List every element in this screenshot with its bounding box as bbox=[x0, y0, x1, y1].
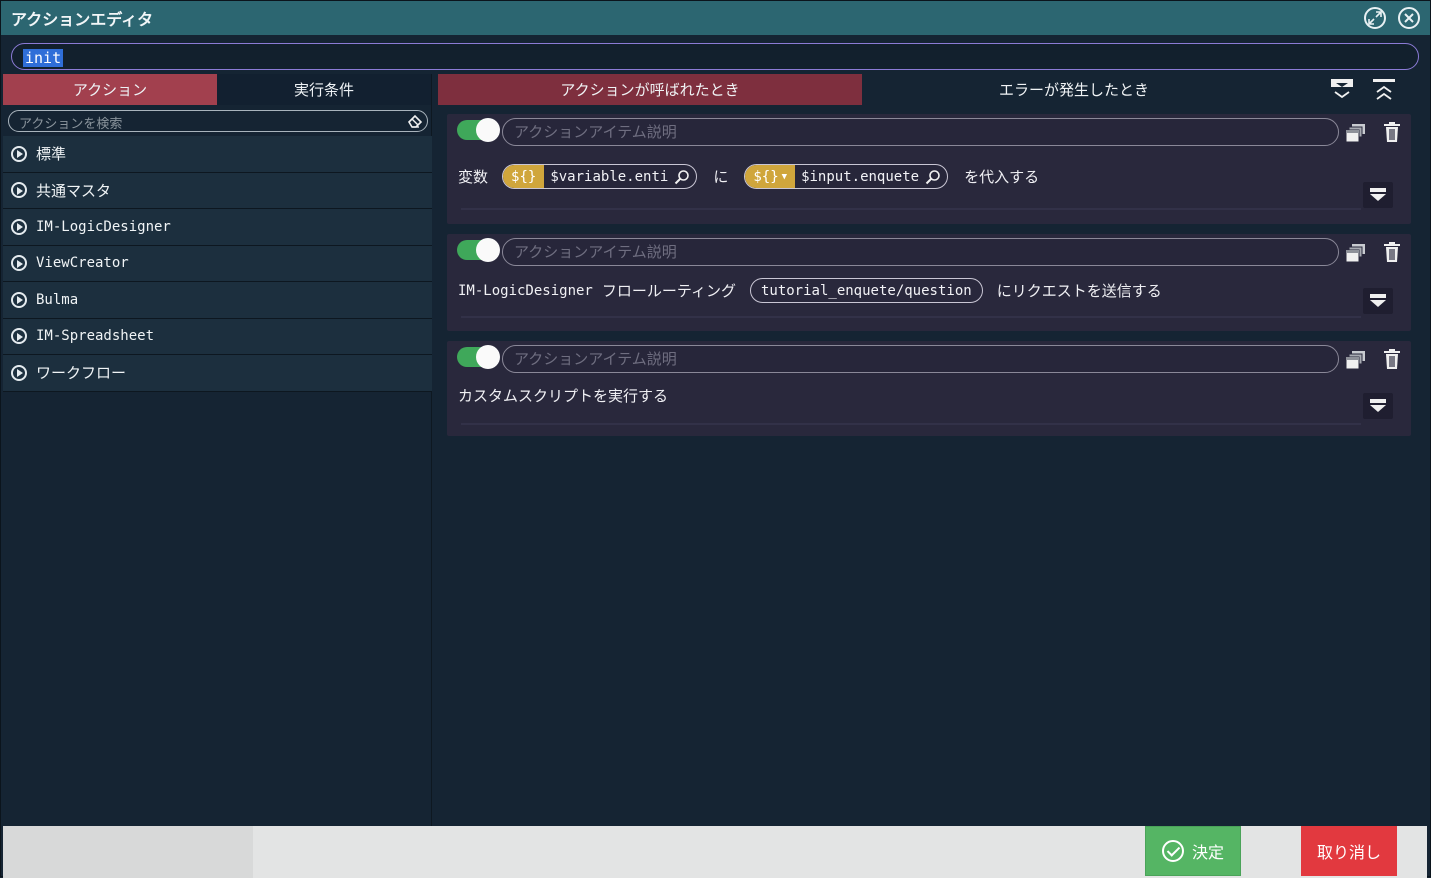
category-label: 共通マスタ bbox=[36, 181, 112, 200]
target-variable-value: $variable.enti bbox=[550, 168, 669, 185]
trash-icon[interactable] bbox=[1382, 121, 1402, 143]
item-expand-button[interactable] bbox=[1363, 393, 1393, 419]
item-expand-button[interactable] bbox=[1363, 182, 1393, 208]
expand-item-icon bbox=[1370, 188, 1386, 201]
category-bulma[interactable]: Bulma bbox=[3, 282, 432, 319]
play-circle-icon bbox=[11, 328, 27, 345]
category-label: Bulma bbox=[36, 291, 79, 308]
divider bbox=[461, 423, 1361, 425]
cancel-button[interactable]: 取り消し bbox=[1301, 826, 1397, 876]
item-expand-button[interactable] bbox=[1363, 288, 1393, 314]
tab-execution-conditions[interactable]: 実行条件 bbox=[217, 74, 431, 105]
category-label: IM-LogicDesigner bbox=[36, 218, 171, 235]
ok-label: 決定 bbox=[1191, 843, 1224, 862]
play-circle-icon bbox=[11, 218, 27, 235]
target-variable-field[interactable]: ${} $variable.enti bbox=[502, 164, 698, 189]
action-name-bar: init bbox=[1, 35, 1430, 75]
logicdesigner-label: IM-LogicDesigner bbox=[458, 282, 593, 299]
left-tabs: アクション 実行条件 bbox=[3, 74, 431, 105]
expand-all-icon[interactable] bbox=[1330, 78, 1354, 102]
play-circle-icon bbox=[11, 182, 27, 199]
custom-script-label: カスタムスクリプトを実行する bbox=[458, 387, 669, 405]
enable-toggle[interactable] bbox=[457, 345, 500, 369]
tab-actions[interactable]: アクション bbox=[3, 74, 217, 105]
close-icon[interactable] bbox=[1398, 7, 1420, 29]
connector-label: に bbox=[713, 168, 729, 186]
assign-expression: 変数 ${} $variable.enti に ${} ▼ $input.enqu… bbox=[458, 164, 1039, 189]
search-icon[interactable] bbox=[674, 169, 690, 185]
item-description-input[interactable] bbox=[502, 238, 1339, 266]
item-description-input[interactable] bbox=[502, 345, 1339, 373]
footer-shade bbox=[3, 826, 253, 878]
copy-icon[interactable] bbox=[1345, 349, 1367, 371]
dialog-footer: 決定 取り消し bbox=[3, 826, 1427, 878]
search-placeholder: アクションを検索 bbox=[19, 117, 123, 132]
copy-icon[interactable] bbox=[1345, 122, 1367, 144]
category-common-master[interactable]: 共通マスタ bbox=[3, 172, 432, 209]
expand-item-icon bbox=[1370, 399, 1386, 412]
toggle-knob bbox=[476, 238, 500, 262]
check-circle-icon bbox=[1161, 840, 1184, 862]
play-circle-icon bbox=[11, 291, 27, 308]
toggle-knob bbox=[476, 345, 500, 369]
toggle-knob bbox=[476, 118, 500, 142]
category-im-logicdesigner[interactable]: IM-LogicDesigner bbox=[3, 209, 432, 246]
divider bbox=[461, 208, 1361, 210]
enable-toggle[interactable] bbox=[457, 118, 500, 142]
category-list: 標準 共通マスタ IM-LogicDesigner ViewCreator Bu… bbox=[3, 136, 432, 392]
divider bbox=[461, 316, 1361, 318]
category-label: IM-Spreadsheet bbox=[36, 328, 155, 345]
action-name-input[interactable] bbox=[11, 43, 1419, 70]
action-editor-pane: アクションが呼ばれたとき エラーが発生したとき 変数 ${} $variable… bbox=[438, 74, 1426, 826]
template-badge-label: ${} bbox=[753, 168, 779, 185]
routing-suffix: にリクエストを送信する bbox=[996, 282, 1162, 300]
source-value-field[interactable]: ${} ▼ $input.enquete bbox=[744, 164, 949, 189]
source-value: $input.enquete bbox=[801, 168, 920, 185]
variable-label: 変数 bbox=[458, 168, 489, 186]
category-im-spreadsheet[interactable]: IM-Spreadsheet bbox=[3, 318, 432, 355]
category-label: ワークフロー bbox=[36, 364, 127, 383]
ok-button[interactable]: 決定 bbox=[1145, 826, 1241, 876]
trash-icon[interactable] bbox=[1382, 348, 1402, 370]
template-badge-dropdown[interactable]: ${} ▼ bbox=[745, 165, 796, 188]
play-circle-icon bbox=[11, 145, 27, 162]
action-item-assign-variable: 変数 ${} $variable.enti に ${}▼ $input.enqu… bbox=[447, 114, 1411, 224]
action-item-logicdesigner-routing: IM-LogicDesigner フロールーティング tutorial_enqu… bbox=[447, 234, 1411, 331]
title-bar: アクションエディタ bbox=[1, 1, 1430, 35]
collapse-all-icon[interactable] bbox=[1372, 78, 1396, 102]
category-label: ViewCreator bbox=[36, 255, 129, 272]
action-editor-window: アクションエディタ init アクション 実行条件 アクションを検索 標準 bbox=[0, 0, 1431, 878]
action-name-selection: init bbox=[23, 49, 64, 67]
enable-toggle[interactable] bbox=[457, 238, 500, 262]
copy-icon[interactable] bbox=[1345, 242, 1367, 264]
assign-suffix: を代入する bbox=[964, 168, 1040, 186]
cancel-label: 取り消し bbox=[1316, 843, 1381, 862]
search-icon[interactable] bbox=[925, 169, 941, 185]
play-circle-icon bbox=[11, 364, 27, 381]
tab-on-called[interactable]: アクションが呼ばれたとき bbox=[438, 74, 862, 105]
category-label: 標準 bbox=[36, 145, 67, 164]
action-item-custom-script: カスタムスクリプトを実行する bbox=[447, 341, 1411, 436]
restore-icon[interactable] bbox=[1364, 7, 1386, 29]
tab-on-error[interactable]: エラーが発生したとき bbox=[862, 74, 1286, 105]
routing-expression: IM-LogicDesigner フロールーティング tutorial_enqu… bbox=[458, 278, 1162, 303]
expand-item-icon bbox=[1370, 294, 1386, 307]
eraser-icon[interactable] bbox=[407, 113, 423, 129]
trash-icon[interactable] bbox=[1382, 241, 1402, 263]
category-viewcreator[interactable]: ViewCreator bbox=[3, 245, 432, 282]
right-tabs: アクションが呼ばれたとき エラーが発生したとき bbox=[438, 74, 1426, 105]
item-description-input[interactable] bbox=[502, 118, 1339, 146]
play-circle-icon bbox=[11, 255, 27, 272]
caret-down-icon: ▼ bbox=[781, 171, 788, 182]
action-search-input[interactable]: アクションを検索 bbox=[8, 110, 428, 132]
category-workflow[interactable]: ワークフロー bbox=[3, 355, 432, 392]
window-title: アクションエディタ bbox=[11, 10, 154, 29]
action-palette: アクション 実行条件 アクションを検索 標準 共通マスタ IM-LogicDes… bbox=[3, 74, 432, 826]
routing-path-field[interactable]: tutorial_enquete/question bbox=[749, 278, 983, 303]
category-standard[interactable]: 標準 bbox=[3, 136, 432, 173]
template-badge[interactable]: ${} bbox=[503, 165, 545, 188]
custom-script-expression: カスタムスクリプトを実行する bbox=[458, 385, 668, 406]
flow-routing-label: フロールーティング bbox=[601, 282, 736, 300]
